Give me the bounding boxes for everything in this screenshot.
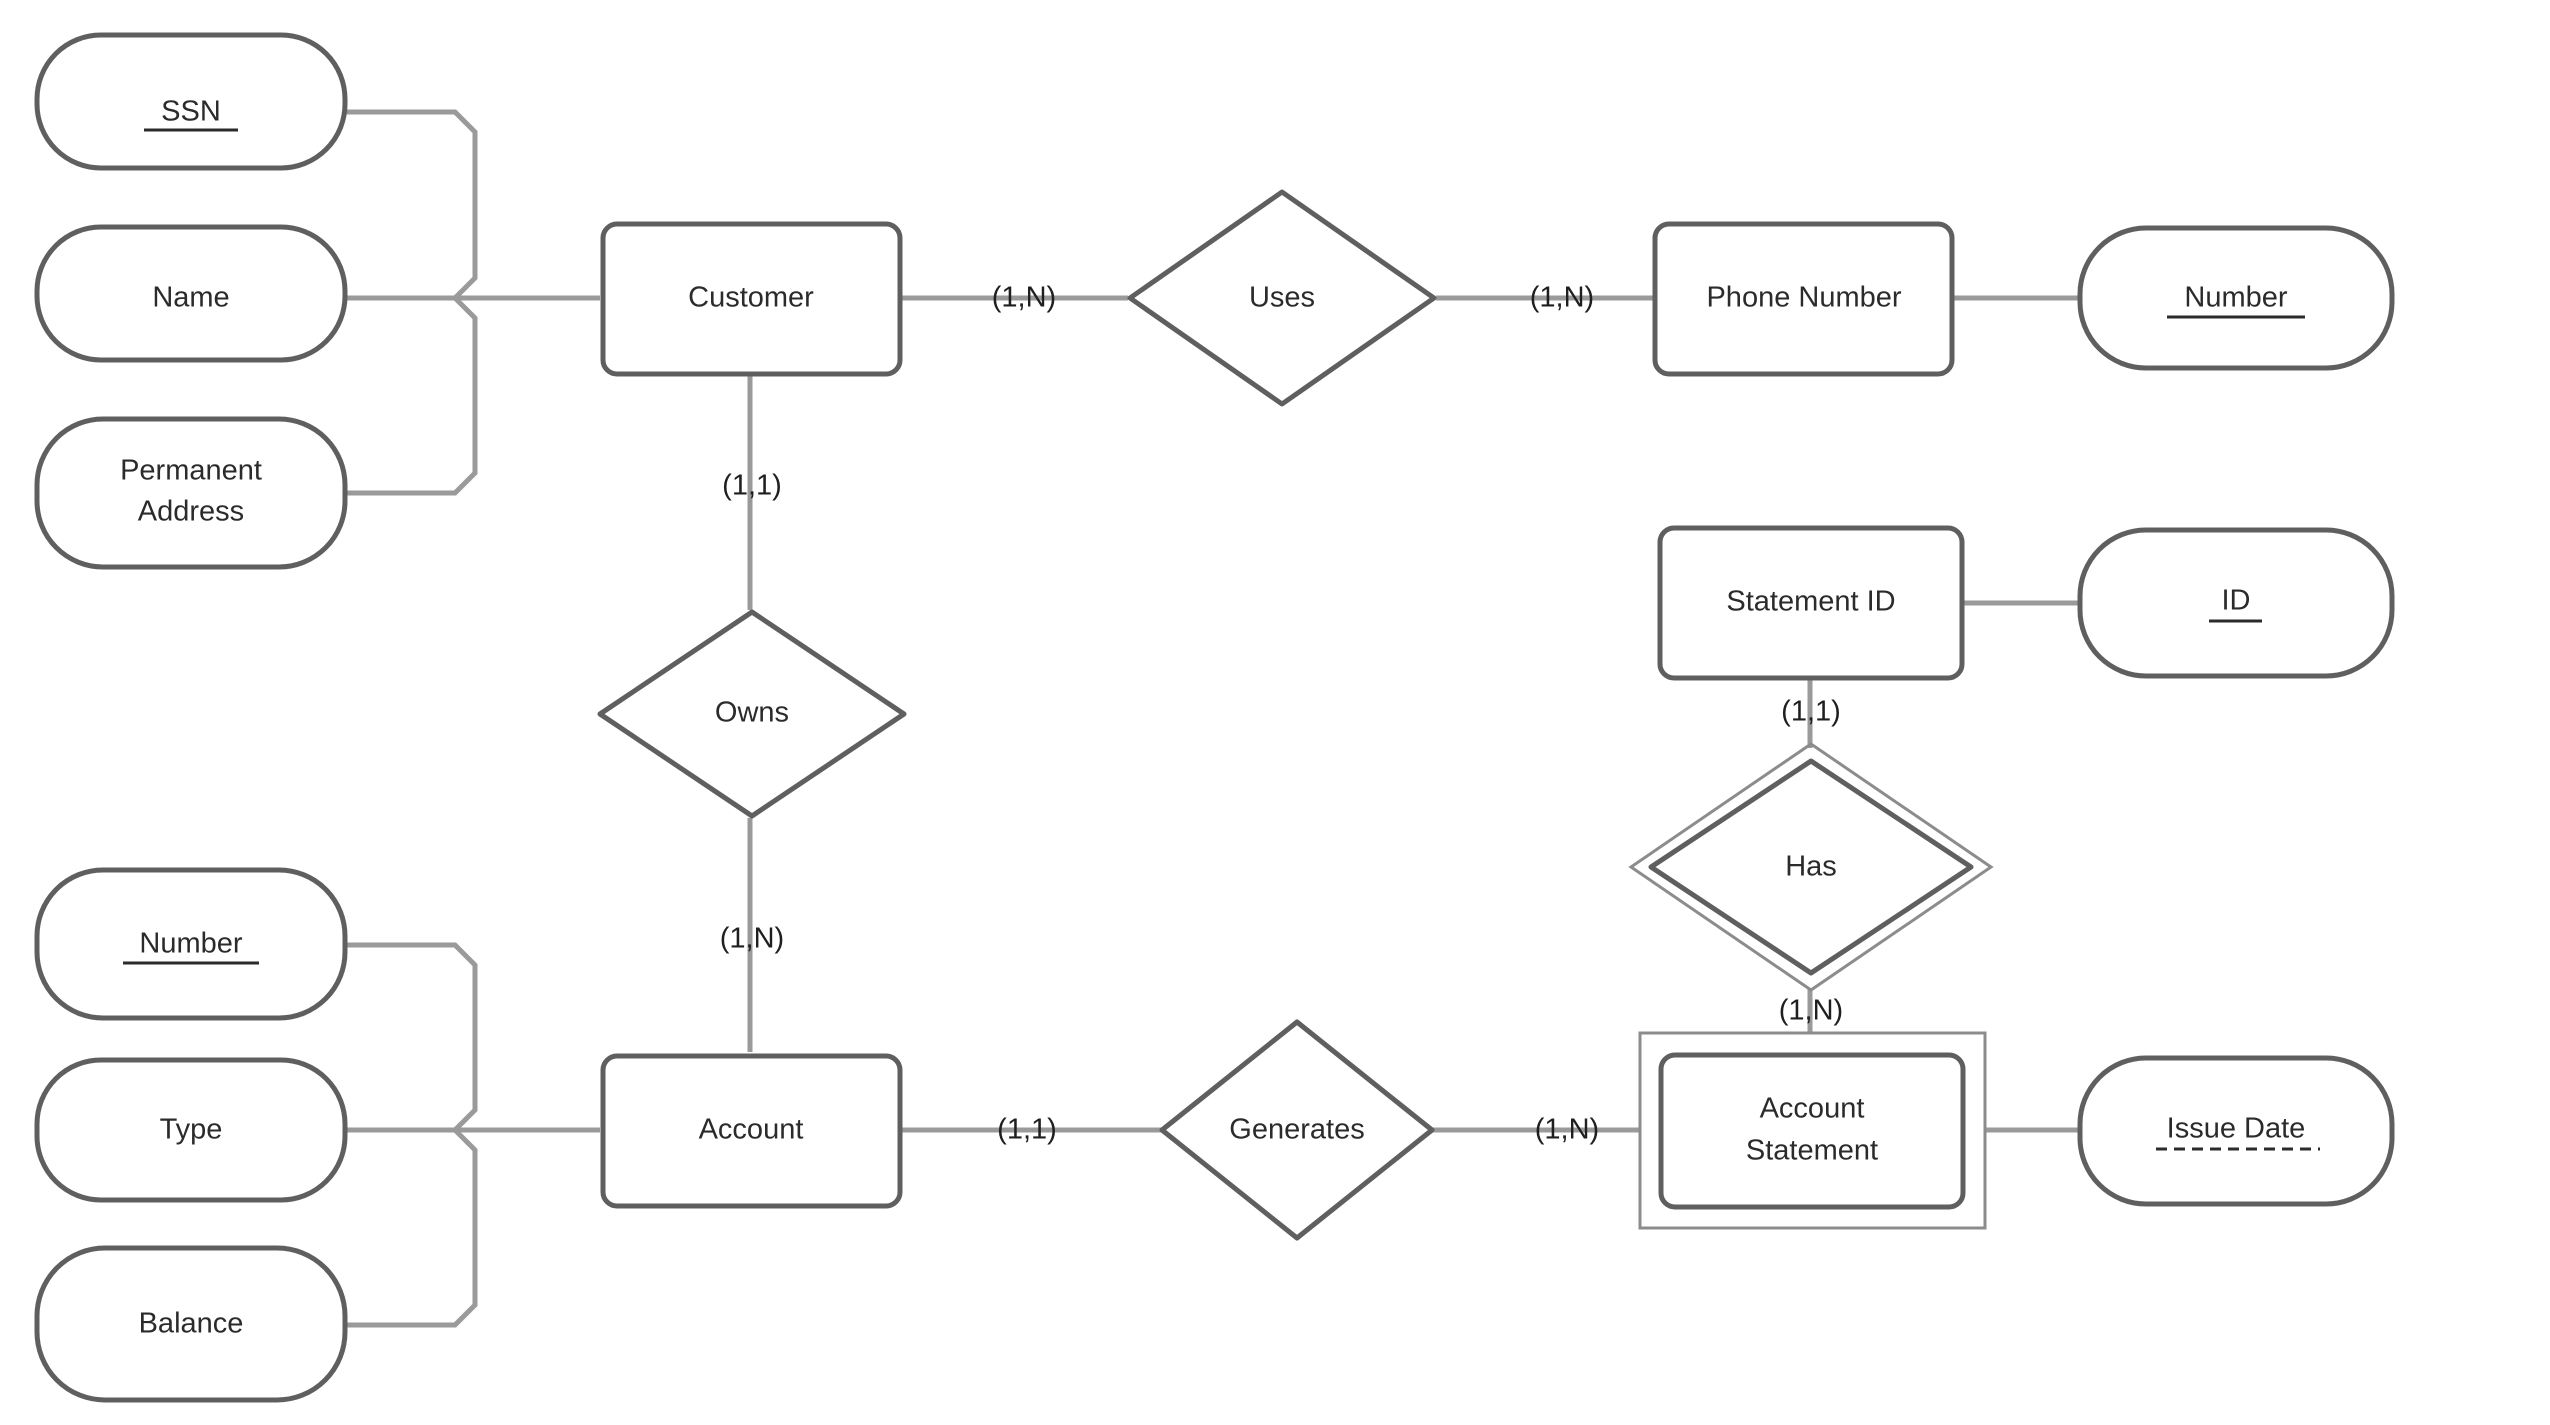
attribute-ssn[interactable]: SSN bbox=[34, 32, 348, 171]
cardinality-owns-account: (1,N) bbox=[720, 923, 784, 955]
cardinality-statementid-has: (1,1) bbox=[1781, 696, 1841, 728]
relationship-uses-label: Uses bbox=[1249, 282, 1315, 314]
attribute-issue-date-label: Issue Date bbox=[2167, 1113, 2306, 1145]
entity-account[interactable]: Account bbox=[600, 1053, 903, 1209]
entity-account-statement-shape bbox=[1658, 1052, 1966, 1210]
cardinality-customer-owns: (1,1) bbox=[722, 470, 782, 502]
attribute-name[interactable]: Name bbox=[34, 224, 348, 363]
relationship-owns-label: Owns bbox=[715, 697, 789, 729]
attribute-account-number-label: Number bbox=[139, 928, 242, 960]
cardinality-customer-uses: (1,N) bbox=[992, 282, 1056, 314]
cardinality-has-statement: (1,N) bbox=[1779, 995, 1843, 1027]
relationship-uses[interactable]: Uses bbox=[1127, 189, 1437, 407]
connector-number-to-account bbox=[345, 942, 478, 1133]
entity-account-label: Account bbox=[699, 1114, 804, 1146]
entity-account-statement[interactable]: Account Statement bbox=[1638, 1031, 1987, 1230]
entity-phone-number[interactable]: Phone Number bbox=[1652, 221, 1955, 377]
relationship-has[interactable]: Has bbox=[1628, 742, 1994, 992]
attribute-permanent-address-label-line2: Address bbox=[138, 496, 244, 528]
relationship-owns[interactable]: Owns bbox=[597, 609, 907, 819]
attribute-issue-date[interactable]: Issue Date bbox=[2077, 1055, 2395, 1207]
er-diagram-canvas: SSN Name Permanent Address Number Type B… bbox=[0, 0, 2550, 1425]
relationship-generates-label: Generates bbox=[1229, 1114, 1364, 1146]
connector-address-to-customer bbox=[345, 295, 478, 496]
connector-balance-to-account bbox=[345, 1127, 478, 1328]
relationship-generates[interactable]: Generates bbox=[1159, 1019, 1435, 1241]
entity-statement-id[interactable]: Statement ID bbox=[1657, 525, 1965, 681]
cardinality-uses-phone: (1,N) bbox=[1530, 282, 1594, 314]
attribute-permanent-address-shape bbox=[34, 416, 348, 570]
relationship-has-label: Has bbox=[1785, 851, 1837, 883]
attribute-permanent-address-label-line1: Permanent bbox=[120, 455, 262, 487]
entity-phone-number-label: Phone Number bbox=[1706, 282, 1901, 314]
entity-statement-id-label: Statement ID bbox=[1726, 586, 1895, 618]
attribute-statement-id-value-label: ID bbox=[2222, 585, 2251, 617]
entity-customer-label: Customer bbox=[688, 282, 814, 314]
connector-ssn-to-customer bbox=[345, 109, 478, 301]
attribute-permanent-address[interactable]: Permanent Address bbox=[34, 416, 348, 570]
attribute-statement-id-value[interactable]: ID bbox=[2077, 527, 2395, 679]
attribute-name-label: Name bbox=[152, 282, 229, 314]
attribute-account-type-label: Type bbox=[160, 1114, 223, 1146]
attribute-account-number[interactable]: Number bbox=[34, 867, 348, 1021]
cardinality-generates-statement: (1,N) bbox=[1535, 1114, 1599, 1146]
attribute-account-balance-label: Balance bbox=[139, 1308, 244, 1340]
attribute-phone-number-value-label: Number bbox=[2184, 282, 2287, 314]
attribute-phone-number-value[interactable]: Number bbox=[2077, 225, 2395, 371]
attribute-account-type[interactable]: Type bbox=[34, 1057, 348, 1203]
entity-account-statement-label-line2: Statement bbox=[1746, 1135, 1878, 1167]
cardinality-account-generates: (1,1) bbox=[997, 1114, 1057, 1146]
attribute-account-balance[interactable]: Balance bbox=[34, 1245, 348, 1403]
entity-customer[interactable]: Customer bbox=[600, 221, 903, 377]
entity-account-statement-label-line1: Account bbox=[1760, 1093, 1865, 1125]
attribute-ssn-label: SSN bbox=[161, 96, 221, 128]
